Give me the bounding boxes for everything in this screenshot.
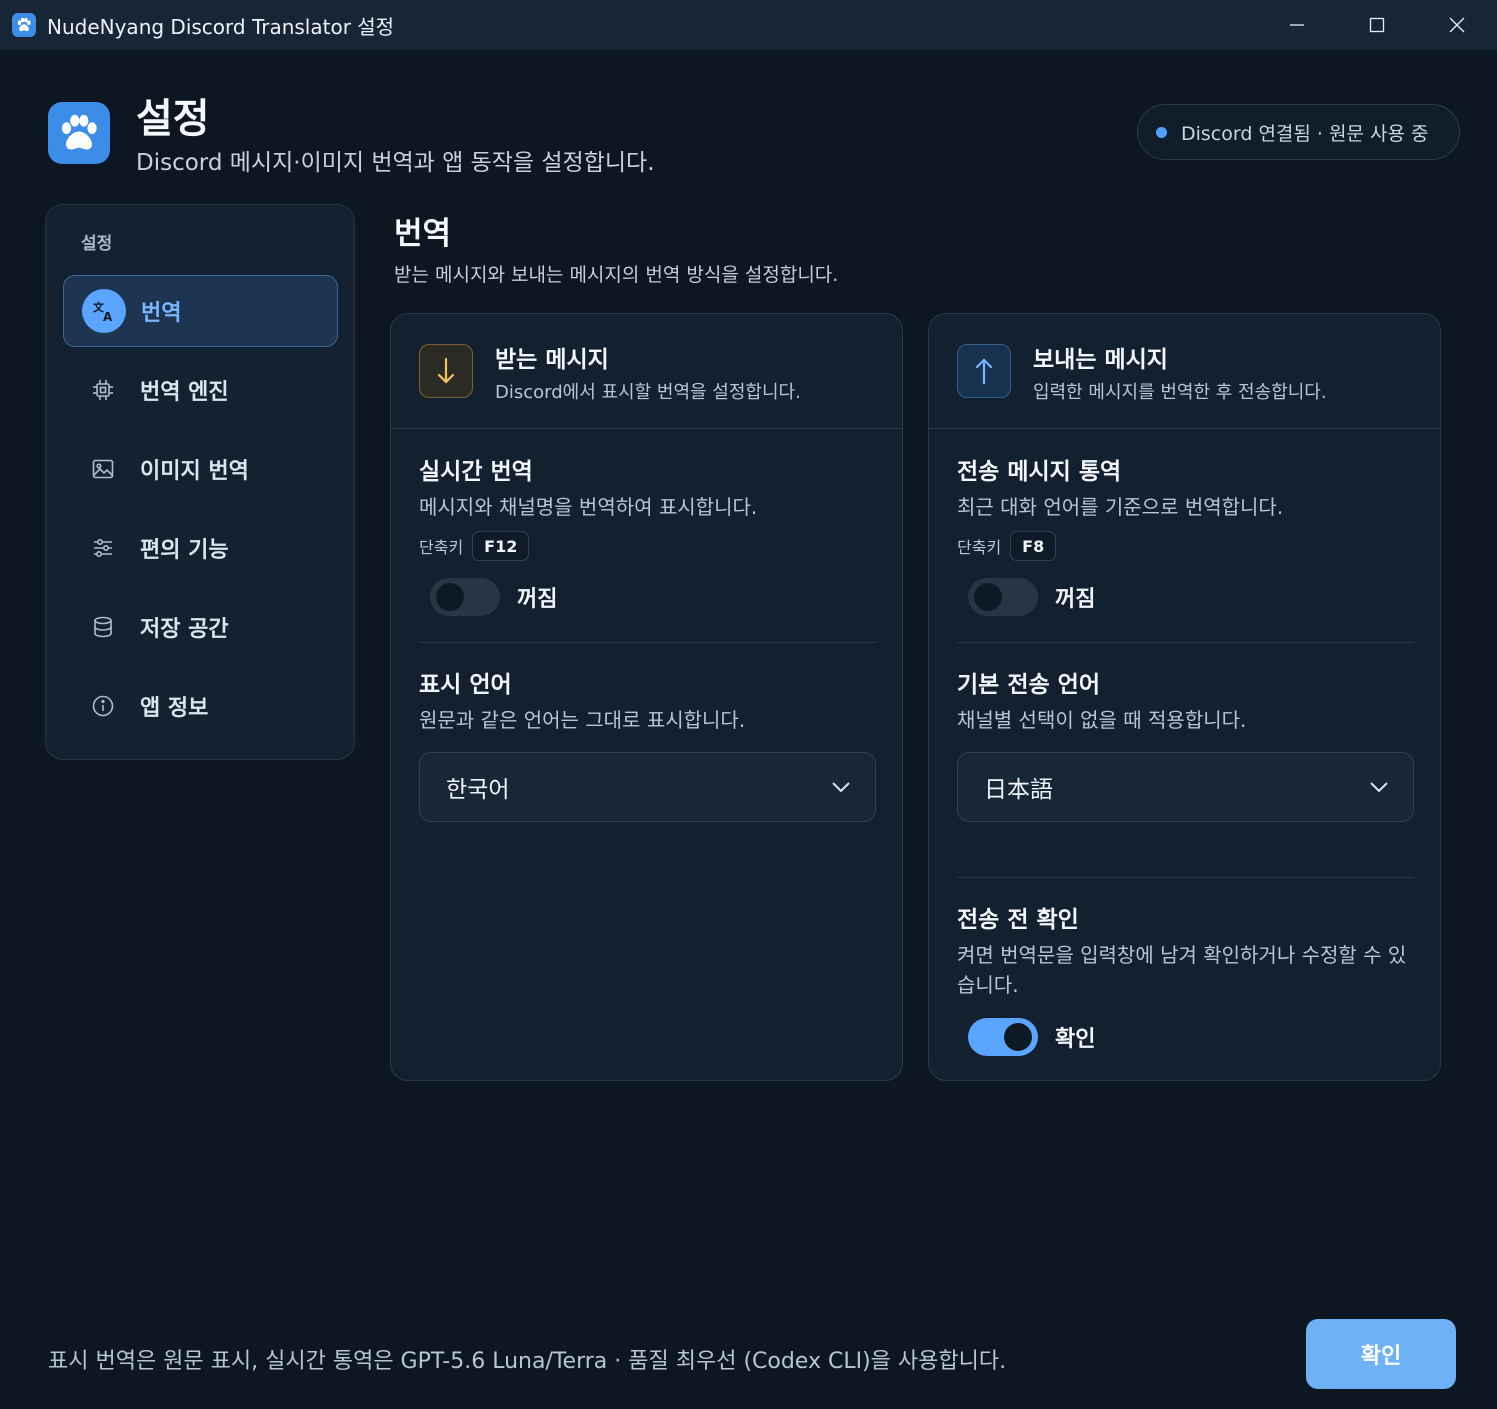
- confirm-before-send-description: 켜면 번역문을 입력창에 남겨 확인하거나 수정할 수 있습니다.: [957, 943, 1407, 997]
- display-language-select[interactable]: 한국어: [419, 752, 876, 822]
- sidebar: 설정 文 A 번역 번역 엔진 이미지 번역 편의 기능 저장 공간 앱 정보: [45, 204, 355, 760]
- window-controls: [1257, 0, 1497, 50]
- sidebar-item-storage[interactable]: 저장 공간: [63, 591, 338, 663]
- confirm-before-send-title: 전송 전 확인: [957, 907, 1079, 933]
- confirm-before-send-toggle-row: 확인: [968, 1018, 1095, 1056]
- card-header: 받는 메시지 Discord에서 표시할 번역을 설정합니다.: [391, 314, 902, 429]
- arrow-down-icon: [419, 344, 473, 398]
- incoming-messages-card: 받는 메시지 Discord에서 표시할 번역을 설정합니다. 실시간 번역 메…: [390, 313, 903, 1081]
- sliders-icon: [81, 526, 125, 570]
- info-icon: [81, 684, 125, 728]
- outgoing-interpret-toggle-row: 꺼짐: [968, 578, 1095, 616]
- outgoing-interpret-toggle[interactable]: [968, 578, 1038, 616]
- app-logo-paw-icon: [48, 102, 110, 164]
- close-button[interactable]: [1417, 0, 1497, 50]
- card-subtitle: Discord에서 표시할 번역을 설정합니다.: [495, 382, 801, 403]
- display-language-description: 원문과 같은 언어는 그대로 표시합니다.: [419, 708, 746, 732]
- sidebar-heading: 설정: [81, 234, 113, 254]
- svg-text:A: A: [103, 310, 113, 324]
- outgoing-interpret-description: 최근 대화 언어를 기준으로 번역합니다.: [957, 495, 1284, 519]
- minimize-button[interactable]: [1257, 0, 1337, 50]
- card-subtitle: 입력한 메시지를 번역한 후 전송합니다.: [1033, 382, 1327, 403]
- chevron-down-icon: [832, 782, 850, 793]
- toggle-state-label: 꺼짐: [1055, 587, 1096, 612]
- chevron-down-icon: [1370, 782, 1388, 793]
- sidebar-item-label: 저장 공간: [140, 617, 229, 642]
- shortcut-label: 단축키: [419, 538, 464, 557]
- section-description: 받는 메시지와 보내는 메시지의 번역 방식을 설정합니다.: [394, 264, 839, 286]
- sidebar-item-image-translation[interactable]: 이미지 번역: [63, 433, 338, 505]
- shortcut-hint: 단축키 F8: [957, 531, 1057, 561]
- page-title: 설정: [136, 96, 210, 142]
- divider: [957, 642, 1414, 643]
- toggle-state-label: 확인: [1055, 1027, 1096, 1052]
- divider: [419, 642, 876, 643]
- card-title: 받는 메시지: [495, 347, 609, 373]
- toggle-knob: [974, 583, 1002, 611]
- realtime-translation-toggle-row: 꺼짐: [430, 578, 557, 616]
- card-title: 보내는 메시지: [1033, 347, 1168, 373]
- toggle-knob: [1004, 1023, 1032, 1051]
- confirm-button[interactable]: 확인: [1306, 1319, 1456, 1389]
- status-dot-icon: [1156, 126, 1167, 138]
- minimize-icon: [1290, 24, 1304, 26]
- sidebar-item-app-info[interactable]: 앱 정보: [63, 670, 338, 742]
- sidebar-item-convenience[interactable]: 편의 기능: [63, 512, 338, 584]
- section-title: 번역: [394, 216, 452, 252]
- sidebar-item-label: 번역: [141, 301, 182, 326]
- select-value: 日本語: [984, 777, 1053, 803]
- shortcut-hint: 단축키 F12: [419, 531, 530, 561]
- sidebar-item-translation-engine[interactable]: 번역 엔진: [63, 354, 338, 426]
- shortcut-key-badge: F8: [1010, 531, 1057, 561]
- confirm-before-send-toggle[interactable]: [968, 1018, 1038, 1056]
- display-language-title: 표시 언어: [419, 672, 512, 698]
- window-title: NudeNyang Discord Translator 설정: [47, 14, 395, 39]
- sidebar-item-translation[interactable]: 文 A 번역: [63, 275, 338, 347]
- translate-icon: 文 A: [82, 289, 126, 333]
- maximize-icon: [1369, 17, 1385, 33]
- sidebar-item-label: 편의 기능: [140, 538, 229, 563]
- outgoing-interpret-title: 전송 메시지 통역: [957, 459, 1122, 485]
- paw-icon: [12, 13, 36, 37]
- card-header: 보내는 메시지 입력한 메시지를 번역한 후 전송합니다.: [929, 314, 1440, 429]
- realtime-translation-description: 메시지와 채널명을 번역하여 표시합니다.: [419, 495, 758, 519]
- default-send-language-select[interactable]: 日本語: [957, 752, 1414, 822]
- select-value: 한국어: [446, 777, 510, 803]
- toggle-knob: [436, 583, 464, 611]
- sidebar-item-label: 앱 정보: [140, 696, 209, 721]
- maximize-button[interactable]: [1337, 0, 1417, 50]
- default-send-language-description: 채널별 선택이 없을 때 적용합니다.: [957, 708, 1247, 732]
- chip-icon: [81, 368, 125, 412]
- sidebar-item-label: 이미지 번역: [140, 459, 249, 484]
- outgoing-messages-card: 보내는 메시지 입력한 메시지를 번역한 후 전송합니다. 전송 메시지 통역 …: [928, 313, 1441, 1081]
- realtime-translation-toggle[interactable]: [430, 578, 500, 616]
- database-icon: [81, 605, 125, 649]
- divider: [957, 877, 1414, 878]
- shortcut-label: 단축키: [957, 538, 1002, 557]
- page-subtitle: Discord 메시지·이미지 번역과 앱 동작을 설정합니다.: [136, 150, 655, 176]
- shortcut-key-badge: F12: [472, 531, 530, 561]
- status-text: Discord 연결됨 · 원문 사용 중: [1181, 122, 1429, 145]
- toggle-state-label: 꺼짐: [517, 587, 558, 612]
- arrow-up-icon: [957, 344, 1011, 398]
- image-icon: [81, 447, 125, 491]
- sidebar-item-label: 번역 엔진: [140, 380, 229, 405]
- connection-status-badge: Discord 연결됨 · 원문 사용 중: [1137, 104, 1460, 160]
- title-bar: NudeNyang Discord Translator 설정: [0, 0, 1497, 50]
- footer-info-text: 표시 번역은 원문 표시, 실시간 통역은 GPT-5.6 Luna/Terra…: [48, 1349, 1007, 1374]
- realtime-translation-title: 실시간 번역: [419, 459, 533, 485]
- default-send-language-title: 기본 전송 언어: [957, 672, 1100, 698]
- close-icon: [1449, 17, 1465, 33]
